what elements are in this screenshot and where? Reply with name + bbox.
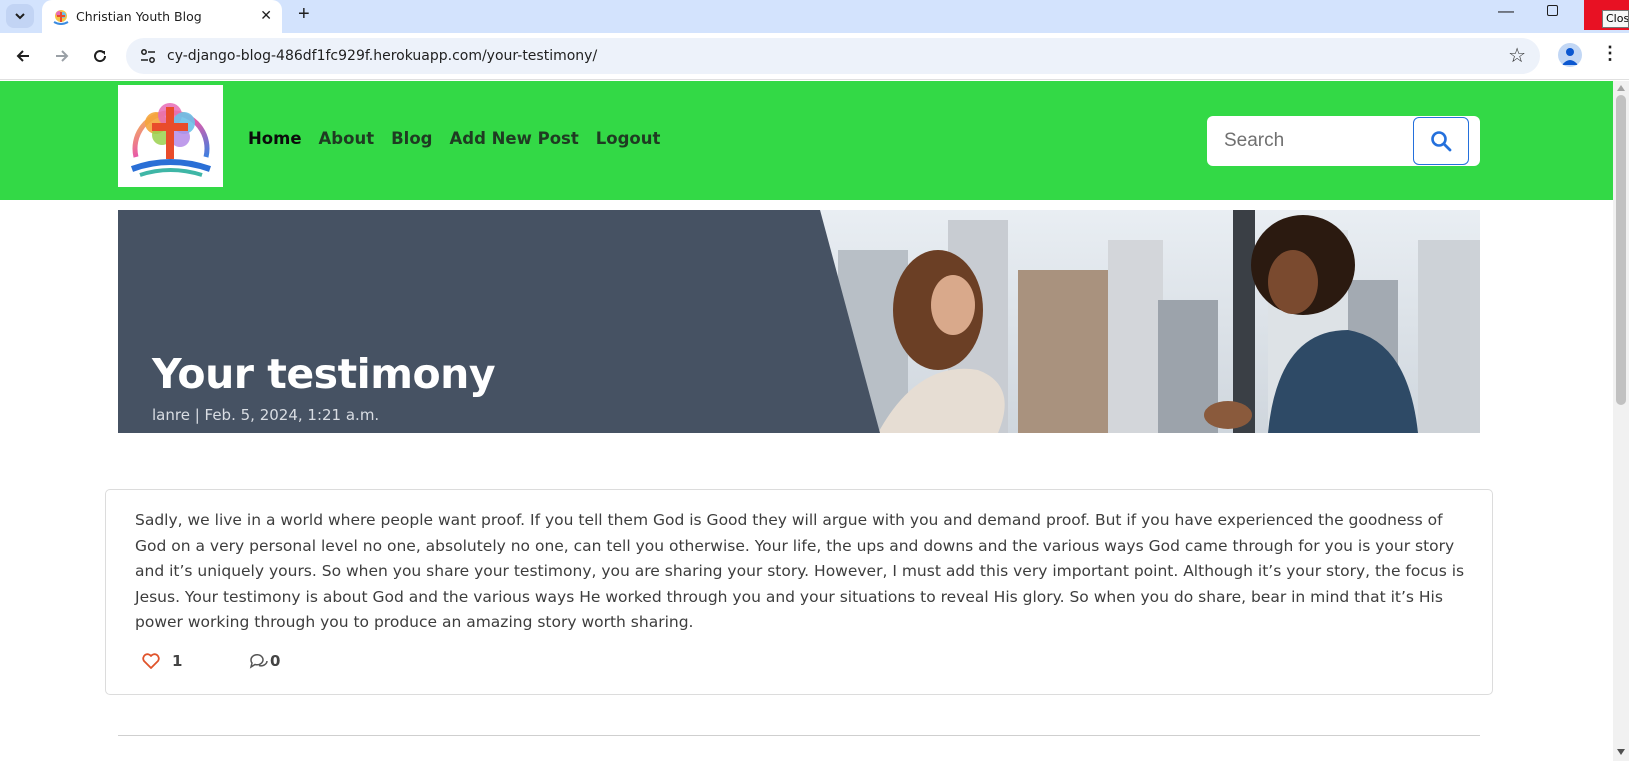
bookmark-star-icon[interactable]: ☆ <box>1508 43 1526 68</box>
main-nav: Home About Blog Add New Post Logout <box>248 129 660 148</box>
comment-control[interactable]: 0 <box>249 652 280 670</box>
minimize-icon[interactable]: — <box>1498 3 1514 21</box>
heart-icon[interactable] <box>142 653 160 669</box>
browser-toolbar: cy-django-blog-486df1fc929f.herokuapp.co… <box>0 33 1629 80</box>
post-content-card: Sadly, we live in a world where people w… <box>105 489 1493 695</box>
forward-icon[interactable] <box>48 42 76 70</box>
back-icon[interactable] <box>9 42 37 70</box>
reload-icon[interactable] <box>86 42 114 70</box>
site-navbar: Home About Blog Add New Post Logout <box>0 81 1613 200</box>
page-viewport: Home About Blog Add New Post Logout Sear… <box>0 81 1613 761</box>
browser-tab[interactable]: Christian Youth Blog ✕ <box>42 0 282 33</box>
chevron-down-icon <box>15 13 25 20</box>
comment-count: 0 <box>270 652 281 670</box>
tab-search-button[interactable] <box>6 4 34 28</box>
hero-image <box>118 210 1480 433</box>
post-body: Sadly, we live in a world where people w… <box>135 511 1465 631</box>
scrollbar-thumb[interactable] <box>1616 95 1626 405</box>
search-form <box>1207 116 1480 166</box>
restore-icon[interactable] <box>1547 5 1558 16</box>
nav-blog[interactable]: Blog <box>391 129 432 148</box>
close-tooltip: Close <box>1602 10 1629 28</box>
menu-kebab-icon[interactable]: ⋮ <box>1601 43 1619 64</box>
like-control[interactable]: 1 <box>142 652 182 670</box>
nav-about[interactable]: About <box>319 129 375 148</box>
scroll-up-icon[interactable] <box>1617 85 1625 91</box>
post-title: Your testimony <box>152 350 496 398</box>
tab-close-icon[interactable]: ✕ <box>260 7 272 24</box>
nav-add-new-post[interactable]: Add New Post <box>449 129 578 148</box>
section-divider <box>118 735 1480 736</box>
address-bar[interactable]: cy-django-blog-486df1fc929f.herokuapp.co… <box>126 38 1540 74</box>
like-count: 1 <box>172 652 183 670</box>
tab-title: Christian Youth Blog <box>76 9 202 24</box>
nav-logout[interactable]: Logout <box>596 129 661 148</box>
url-text: cy-django-blog-486df1fc929f.herokuapp.co… <box>167 48 598 64</box>
post-hero: Your testimony lanre | Feb. 5, 2024, 1:2… <box>118 210 1480 433</box>
comments-icon <box>249 654 268 669</box>
page-scrollbar[interactable] <box>1613 81 1629 761</box>
search-icon <box>1431 131 1452 152</box>
post-meta: lanre | Feb. 5, 2024, 1:21 a.m. <box>152 406 380 424</box>
tab-strip: Christian Youth Blog ✕ + — Close <box>0 0 1629 33</box>
search-input[interactable] <box>1207 116 1412 166</box>
site-settings-icon[interactable] <box>140 48 156 64</box>
search-button[interactable] <box>1413 117 1469 165</box>
site-logo[interactable] <box>118 85 223 187</box>
new-tab-icon[interactable]: + <box>298 3 310 26</box>
logo-cross-tree-icon <box>130 103 211 177</box>
site-favicon-icon <box>53 10 69 25</box>
profile-avatar-icon[interactable] <box>1558 43 1582 67</box>
nav-home[interactable]: Home <box>248 129 302 148</box>
scroll-down-icon[interactable] <box>1617 749 1625 755</box>
